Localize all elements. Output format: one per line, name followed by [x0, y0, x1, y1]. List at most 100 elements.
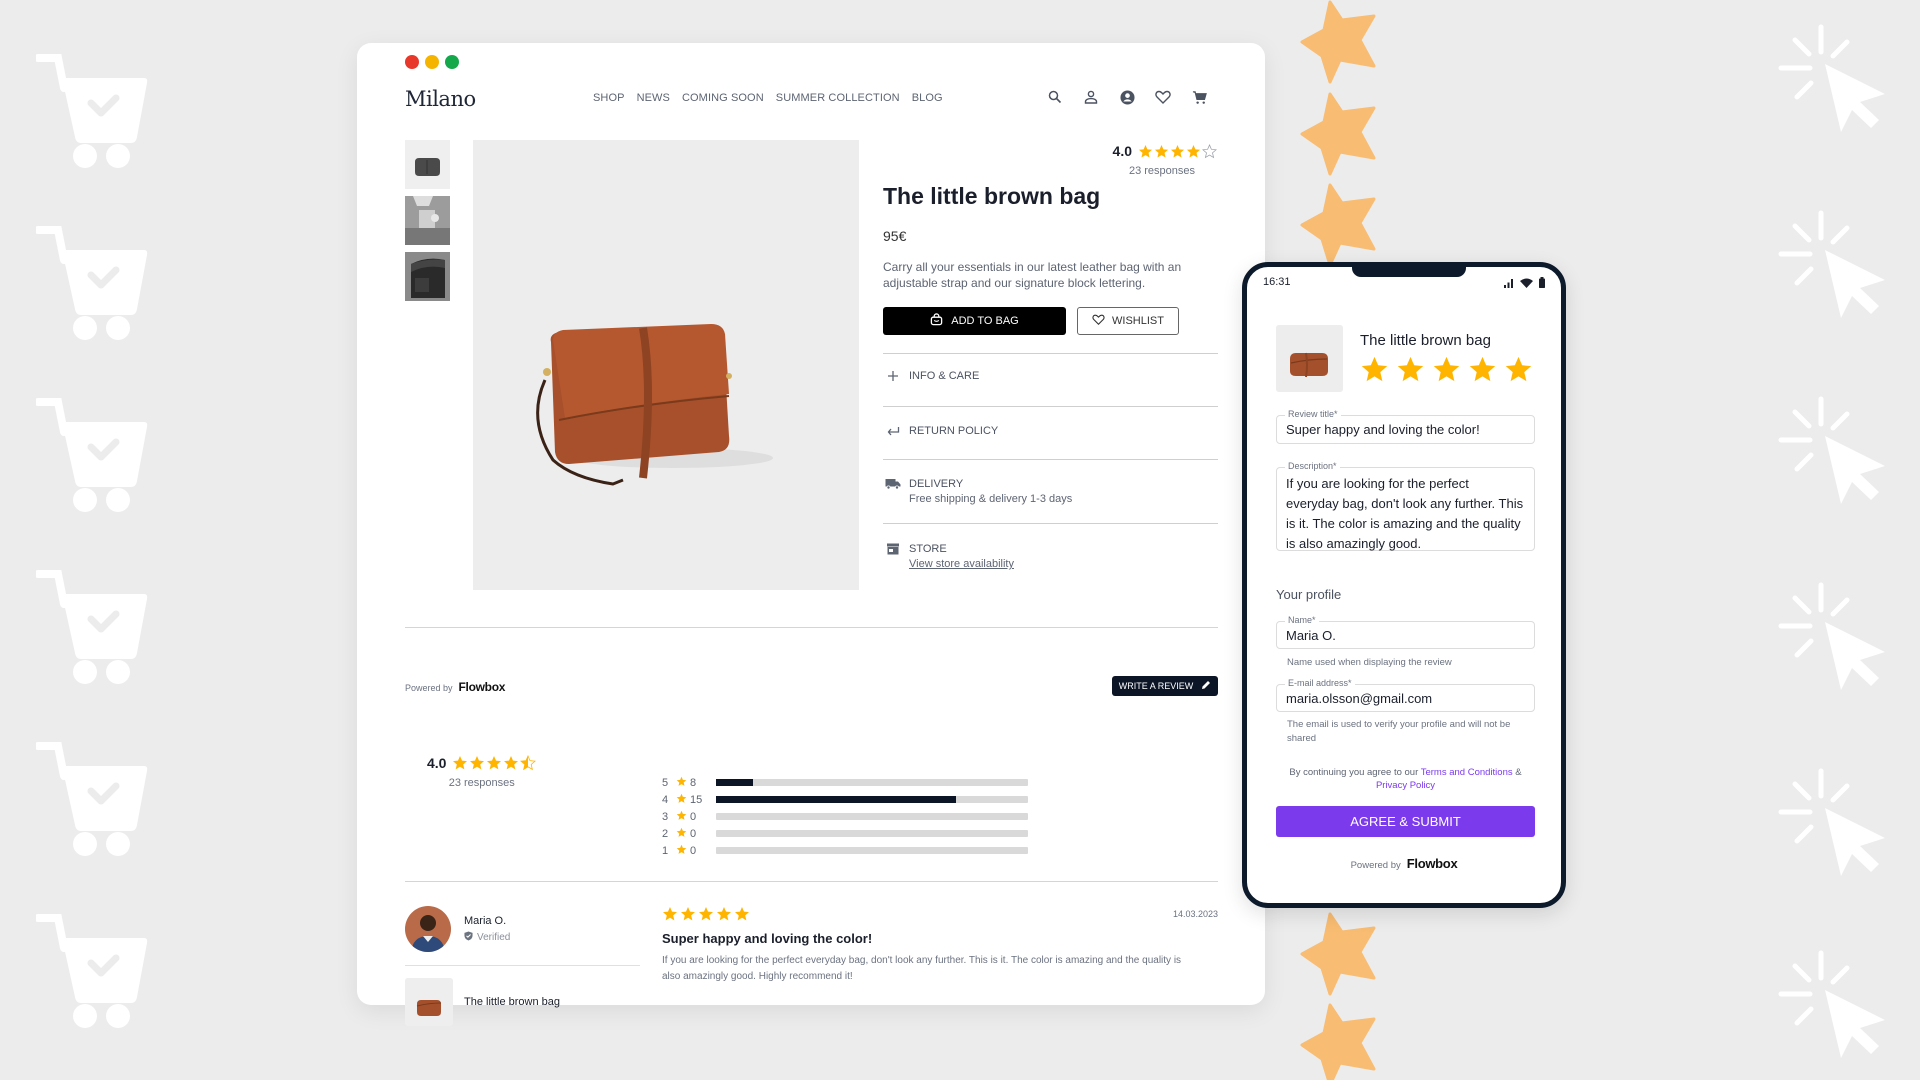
nav-blog[interactable]: BLOG: [912, 92, 943, 104]
name-field[interactable]: Name* Maria O.: [1276, 615, 1535, 649]
agree-submit-button[interactable]: AGREE & SUBMIT: [1276, 806, 1535, 837]
nav-summer-collection[interactable]: SUMMER COLLECTION: [776, 92, 900, 104]
phone-notch: [1352, 264, 1466, 277]
bar-count: 8: [690, 776, 697, 789]
accordion-store[interactable]: STORE View store availability: [883, 523, 1218, 589]
bar-track: [716, 813, 1028, 820]
email-field[interactable]: E-mail address* maria.olsson@gmail.com: [1276, 678, 1535, 712]
average-stars: [452, 755, 537, 771]
shopping-cart-check-icon: [34, 220, 148, 340]
rating-bar-row: 58: [662, 774, 1028, 791]
shopping-bag-icon: [930, 313, 943, 329]
write-review-label: WRITE A REVIEW: [1118, 681, 1194, 691]
star-icon: [735, 907, 749, 921]
bar-star-level: 4: [662, 793, 669, 806]
bar-star-icon-wrap: [676, 842, 690, 860]
accordion-info-care[interactable]: INFO & CARE: [883, 353, 1218, 406]
click-cursor-icon: [1775, 22, 1905, 142]
phone-product-thumbnail: [1276, 325, 1343, 392]
thumbnail-bag-front[interactable]: [405, 140, 450, 189]
review-title-field[interactable]: Review title* Super happy and loving the…: [1276, 409, 1535, 444]
product-description: Carry all your essentials in our latest …: [883, 260, 1182, 290]
search-icon[interactable]: [1045, 87, 1065, 107]
bar-star-icon-wrap: [676, 774, 690, 792]
review-summary: 4.0 23 responses: [427, 755, 537, 789]
reviewer-divider: [405, 965, 640, 966]
description-textarea[interactable]: If you are looking for the perfect every…: [1277, 468, 1534, 554]
flowbox-logo[interactable]: Flowbox: [459, 680, 506, 694]
nav-news[interactable]: NEWS: [637, 92, 670, 104]
email-label: E-mail address*: [1285, 678, 1355, 688]
wishlist-button[interactable]: WISHLIST: [1077, 307, 1179, 335]
window-maximize-button[interactable]: [445, 55, 459, 69]
signal-icon: [1504, 275, 1514, 293]
star-icon: [1170, 144, 1185, 157]
bar-star-level: 3: [662, 810, 669, 823]
terms-link[interactable]: Terms and Conditions: [1421, 767, 1513, 778]
star-icon: [676, 810, 687, 820]
add-to-bag-label: ADD TO BAG: [951, 315, 1019, 327]
accordion-return-policy[interactable]: RETURN POLICY: [883, 406, 1218, 459]
heart-icon[interactable]: [1153, 87, 1173, 107]
click-cursor-icon: [1775, 394, 1905, 514]
user-icon[interactable]: [1081, 87, 1101, 107]
shopping-cart-check-icon: [34, 736, 148, 856]
window-close-button[interactable]: [405, 55, 419, 69]
powered-by-label: Powered by: [1350, 860, 1401, 871]
click-cursor-icon: [1775, 948, 1905, 1068]
section-divider: [405, 627, 1218, 628]
wishlist-label: WISHLIST: [1112, 315, 1164, 327]
average-rating: 4.0: [427, 755, 447, 771]
account-circle-icon[interactable]: [1117, 87, 1137, 107]
header-icons: [1045, 87, 1209, 107]
review-body: If you are looking for the perfect every…: [662, 955, 1182, 982]
star-icon: [676, 844, 687, 854]
review-title-input[interactable]: Super happy and loving the color!: [1277, 416, 1534, 437]
main-product-image: [473, 140, 859, 590]
bar-track: [716, 847, 1028, 854]
main-nav: SHOP NEWS COMING SOON SUMMER COLLECTION …: [593, 92, 943, 104]
thumbnail-backpack[interactable]: [405, 252, 450, 301]
store-logo[interactable]: Milano: [405, 87, 476, 111]
click-cursor-icon: [1775, 580, 1905, 700]
bar-star-level: 5: [662, 776, 669, 789]
store-availability-link[interactable]: View store availability: [909, 558, 1014, 570]
product-rating[interactable]: 4.0 23 responses: [1113, 143, 1217, 177]
accordion-delivery[interactable]: DELIVERY Free shipping & delivery 1-3 da…: [883, 459, 1218, 523]
accordion-label: STORE: [909, 543, 947, 555]
nav-coming-soon[interactable]: COMING SOON: [682, 92, 764, 104]
star-icon: [470, 756, 485, 770]
name-hint: Name used when displaying the review: [1287, 657, 1452, 668]
nav-shop[interactable]: SHOP: [593, 92, 625, 104]
store-icon: [885, 543, 901, 570]
reviewed-product-name[interactable]: The little brown bag: [464, 996, 560, 1008]
email-input[interactable]: maria.olsson@gmail.com: [1277, 685, 1534, 706]
click-cursor-icon: [1775, 208, 1905, 328]
product-title: The little brown bag: [883, 183, 1101, 209]
terms-ampersand: &: [1512, 767, 1522, 778]
add-to-bag-button[interactable]: ADD TO BAG: [883, 307, 1066, 335]
window-minimize-button[interactable]: [425, 55, 439, 69]
cart-icon[interactable]: [1189, 87, 1209, 107]
reviewed-product-thumbnail[interactable]: [405, 978, 453, 1026]
description-field[interactable]: Description* If you are looking for the …: [1276, 461, 1535, 554]
rating-bar-row: 30: [662, 808, 1028, 825]
star-icon: [453, 756, 468, 770]
decorative-star-icon: [1300, 0, 1380, 84]
powered-by-label: Powered by: [405, 683, 453, 693]
bar-fill: [716, 779, 754, 786]
thumbnail-bag-worn[interactable]: [405, 196, 450, 245]
terms-prefix: By continuing you agree to our: [1289, 767, 1421, 778]
flowbox-logo: Flowbox: [1406, 856, 1458, 871]
shopping-cart-check-icon: [34, 564, 148, 684]
name-input[interactable]: Maria O.: [1277, 622, 1534, 643]
privacy-link[interactable]: Privacy Policy: [1376, 780, 1435, 791]
name-label: Name*: [1285, 615, 1319, 625]
bar-star-icon-wrap: [676, 791, 690, 809]
shopping-cart-check-icon: [34, 392, 148, 512]
decorative-star-icon: [1300, 1003, 1380, 1080]
verified-label: Verified: [477, 932, 511, 943]
write-review-button[interactable]: WRITE A REVIEW: [1112, 676, 1218, 696]
star-rating-input[interactable]: [1360, 355, 1533, 384]
bar-count: 0: [690, 827, 697, 840]
